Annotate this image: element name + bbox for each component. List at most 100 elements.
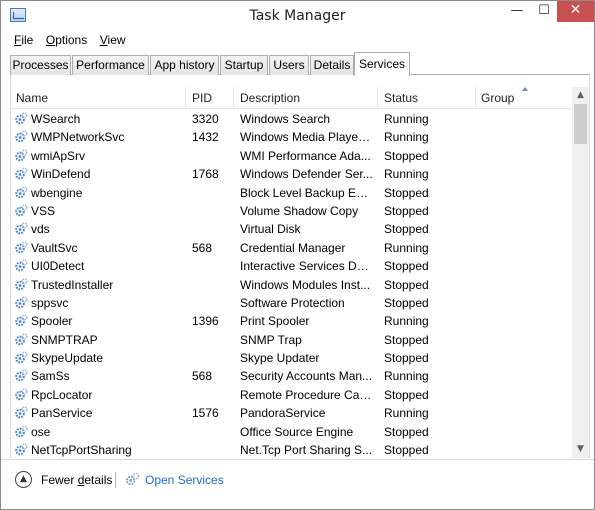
service-description: PandoraService — [240, 406, 326, 421]
service-row[interactable]: wmiApSrv WMI Performance Ada... Stopped — [11, 147, 573, 165]
service-name: RpcLocator — [31, 387, 93, 402]
service-name: WSearch — [31, 112, 81, 126]
service-status: Running — [384, 369, 429, 384]
service-status: Running — [384, 406, 429, 421]
service-status: Stopped — [384, 443, 429, 458]
service-description: Office Source Engine — [240, 424, 354, 439]
column-pid[interactable]: PID — [192, 91, 212, 105]
service-row[interactable]: WMPNetworkSvc 1432 Windows Media Player ..… — [11, 128, 573, 146]
footer-bar: ▲ Fewer details Open Services — [1, 459, 594, 509]
service-row[interactable]: NetTcpPortSharing Net.Tcp Port Sharing S.… — [11, 441, 573, 458]
service-description: WMI Performance Ada... — [240, 148, 371, 163]
services-rows: WSearch 3320 Windows Search Running WMPNetwo… — [11, 110, 573, 458]
column-divider[interactable] — [185, 87, 186, 109]
vertical-scrollbar[interactable]: ▲ ▼ — [572, 87, 589, 458]
service-description: SNMP Trap — [240, 332, 302, 347]
service-status: Stopped — [384, 387, 429, 402]
service-description: Software Protection — [240, 295, 345, 310]
service-gear-icon — [15, 112, 28, 125]
service-pid: 3320 — [192, 112, 219, 126]
service-name: TrustedInstaller — [31, 277, 114, 292]
service-name: vds — [31, 222, 50, 237]
service-row[interactable]: UI0Detect Interactive Services Det... Stop… — [11, 257, 573, 275]
service-row[interactable]: WSearch 3320 Windows Search Running — [11, 110, 573, 128]
tab-details[interactable]: Details — [310, 55, 354, 75]
service-name: NetTcpPortSharing — [31, 443, 132, 458]
service-row[interactable]: SamSs 568 Security Accounts Man... Running — [11, 367, 573, 385]
menu-file[interactable]: File — [14, 33, 33, 47]
service-gear-icon — [15, 204, 28, 217]
scroll-up-arrow-icon[interactable]: ▲ — [572, 87, 589, 104]
fewer-details-label-start: Fewer — [41, 473, 78, 487]
menu-bar: File Options View — [14, 33, 135, 51]
scroll-thumb[interactable] — [574, 104, 587, 144]
service-row[interactable]: RpcLocator Remote Procedure Call ... Stopp… — [11, 386, 573, 404]
fewer-details-label[interactable]: Fewer details — [41, 473, 112, 487]
service-row[interactable]: PanService 1576 PandoraService Running — [11, 404, 573, 422]
service-row[interactable]: ose Office Source Engine Stopped — [11, 423, 573, 441]
service-status: Running — [384, 240, 429, 255]
column-description[interactable]: Description — [240, 91, 300, 105]
service-row[interactable]: WinDefend 1768 Windows Defender Ser... Runn… — [11, 165, 573, 183]
service-name: SkypeUpdate — [31, 351, 104, 366]
column-status[interactable]: Status — [384, 91, 418, 105]
minimize-button[interactable]: — — [503, 1, 531, 22]
column-group[interactable]: Group — [481, 91, 514, 105]
service-pid: 1396 — [192, 314, 219, 329]
service-description: Remote Procedure Call ... — [240, 387, 374, 402]
fewer-details-label-end: etails — [84, 473, 113, 487]
service-gear-icon — [15, 425, 28, 437]
tab-performance[interactable]: Performance — [72, 55, 149, 75]
menu-options[interactable]: Options — [46, 33, 87, 47]
menu-view[interactable]: View — [100, 33, 126, 47]
column-header: Name PID Description Status Group — [11, 87, 573, 109]
service-gear-icon — [15, 149, 28, 162]
footer-divider — [115, 472, 116, 488]
open-services-label[interactable]: Open Services — [145, 473, 224, 487]
close-button[interactable]: ✕ — [557, 1, 594, 22]
service-row[interactable]: VaultSvc 568 Credential Manager Running — [11, 239, 573, 257]
service-row[interactable]: VSS Volume Shadow Copy Stopped — [11, 202, 573, 220]
service-name: Spooler — [31, 314, 73, 329]
service-status: Running — [384, 130, 429, 145]
column-divider[interactable] — [377, 87, 378, 109]
column-name[interactable]: Name — [16, 91, 48, 105]
service-pid: 568 — [192, 240, 213, 255]
menu-file-label: ile — [21, 33, 34, 47]
tab-startup[interactable]: Startup — [220, 55, 268, 75]
maximize-button[interactable]: ☐ — [530, 1, 558, 22]
service-status: Stopped — [384, 424, 429, 439]
service-status: Stopped — [384, 148, 429, 163]
service-row[interactable]: Spooler 1396 Print Spooler Running — [11, 312, 573, 330]
title-bar[interactable]: Task Manager — ☐ ✕ — [1, 1, 594, 31]
scroll-down-arrow-icon[interactable]: ▼ — [572, 441, 589, 458]
service-status: Running — [384, 314, 429, 329]
service-name: SamSs — [31, 369, 70, 384]
chevron-up-icon[interactable]: ▲ — [15, 471, 32, 488]
service-row[interactable]: SkypeUpdate Skype Updater Stopped — [11, 349, 573, 367]
service-name: VaultSvc — [31, 240, 78, 255]
service-pid: 1576 — [192, 406, 219, 421]
service-gear-icon — [15, 130, 28, 143]
service-name: WinDefend — [31, 167, 91, 182]
menu-view-label: iew — [107, 33, 126, 47]
service-gear-icon — [15, 278, 28, 290]
column-divider[interactable] — [475, 87, 476, 109]
service-row[interactable]: SNMPTRAP SNMP Trap Stopped — [11, 331, 573, 349]
tab-users[interactable]: Users — [269, 55, 309, 75]
service-description: Virtual Disk — [240, 222, 301, 237]
menu-options-accel: O — [45, 33, 56, 47]
service-description: Volume Shadow Copy — [240, 203, 359, 218]
service-name: SNMPTRAP — [31, 332, 98, 347]
tab-processes[interactable]: Processes — [10, 55, 71, 75]
service-status: Stopped — [384, 259, 429, 274]
service-gear-icon — [15, 333, 28, 345]
service-row[interactable]: vds Virtual Disk Stopped — [11, 220, 573, 238]
tab-services[interactable]: Services — [354, 52, 410, 76]
tab-app-history[interactable]: App history — [150, 55, 219, 75]
column-divider[interactable] — [233, 87, 234, 109]
service-description: Skype Updater — [240, 351, 320, 366]
service-row[interactable]: TrustedInstaller Windows Modules Inst... S… — [11, 276, 573, 294]
service-row[interactable]: sppsvc Software Protection Stopped — [11, 294, 573, 312]
service-row[interactable]: wbengine Block Level Backup Eng... Stopped — [11, 184, 573, 202]
